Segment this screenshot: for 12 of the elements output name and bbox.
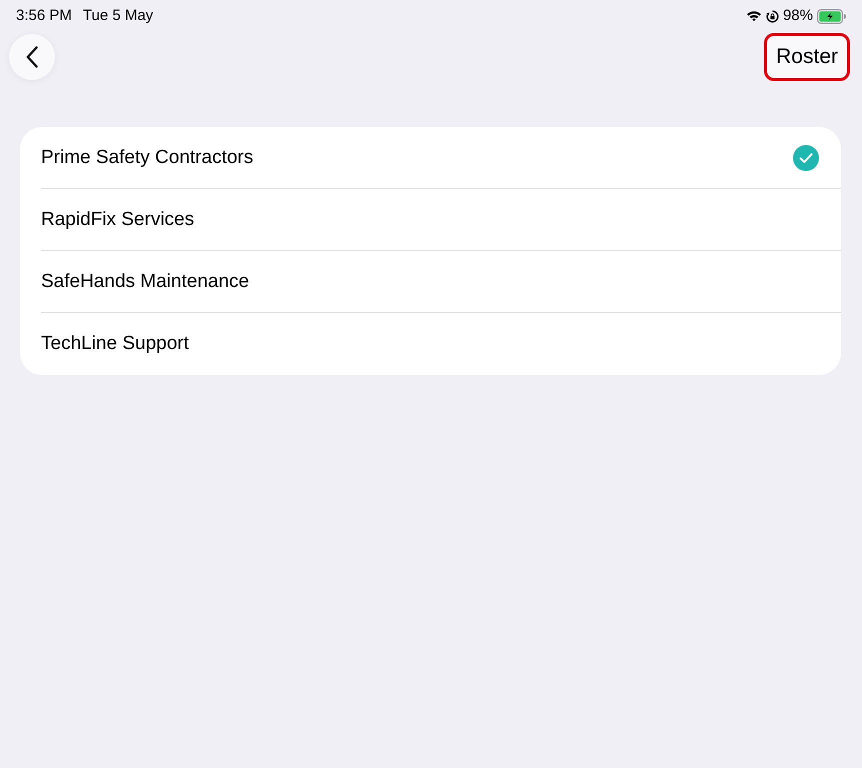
status-date: Tue 5 May: [82, 7, 154, 25]
battery-percentage: 98%: [782, 7, 813, 25]
wifi-icon: [746, 10, 762, 22]
chevron-left-icon: [26, 46, 38, 68]
list-item[interactable]: RapidFix Services: [41, 189, 841, 251]
list-item[interactable]: TechLine Support: [41, 313, 841, 375]
roster-button[interactable]: Roster: [764, 32, 850, 80]
list-item[interactable]: SafeHands Maintenance: [41, 251, 841, 313]
list-item[interactable]: Prime Safety Contractors: [41, 127, 841, 189]
back-button[interactable]: [9, 34, 55, 80]
status-time: 3:56 PM: [16, 7, 72, 25]
orientation-lock-icon: [766, 10, 779, 22]
